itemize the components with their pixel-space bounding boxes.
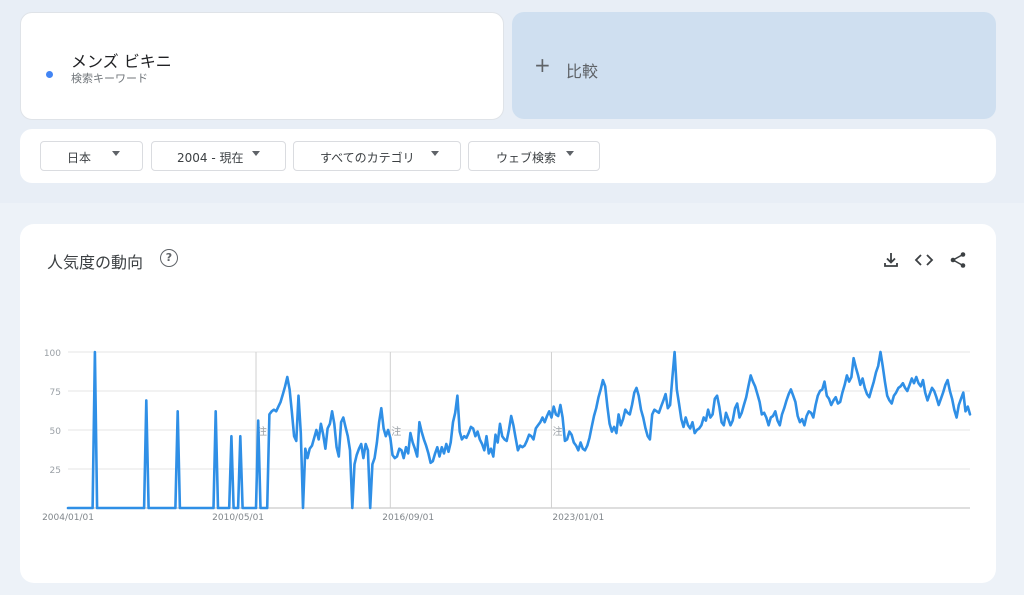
period-select[interactable]: 2004 - 現在 <box>151 141 286 171</box>
region-select-label: 日本 <box>67 151 92 165</box>
compare-button[interactable]: + 比較 <box>512 12 996 119</box>
help-icon[interactable]: ? <box>160 249 178 267</box>
category-select-label: すべてのカテゴリ <box>320 151 415 165</box>
chart-section-title: 人気度の動向 <box>47 253 144 272</box>
compare-label: 比較 <box>566 62 599 81</box>
caret-down-icon <box>252 151 260 156</box>
filter-bar: 日本 2004 - 現在 すべてのカテゴリ ウェブ検索 <box>20 129 996 183</box>
search-term-card[interactable]: メンズ ビキニ 検索キーワード <box>20 12 504 120</box>
caret-down-icon <box>112 151 120 156</box>
search-term-type: 検索キーワード <box>71 72 148 85</box>
period-select-label: 2004 - 現在 <box>177 151 244 165</box>
embed-code-icon[interactable] <box>914 250 934 270</box>
category-select[interactable]: すべてのカテゴリ <box>293 141 461 171</box>
search-term-name[interactable]: メンズ ビキニ <box>71 48 172 72</box>
term-color-dot-icon <box>46 71 53 78</box>
plus-icon: + <box>534 53 551 77</box>
caret-down-icon <box>431 151 439 156</box>
download-icon[interactable] <box>881 250 901 270</box>
share-icon[interactable] <box>948 250 968 270</box>
interest-over-time-card: 人気度の動向 ? <box>20 224 996 583</box>
region-select[interactable]: 日本 <box>40 141 143 171</box>
caret-down-icon <box>566 151 574 156</box>
search-type-select[interactable]: ウェブ検索 <box>468 141 600 171</box>
search-type-select-label: ウェブ検索 <box>496 151 557 165</box>
